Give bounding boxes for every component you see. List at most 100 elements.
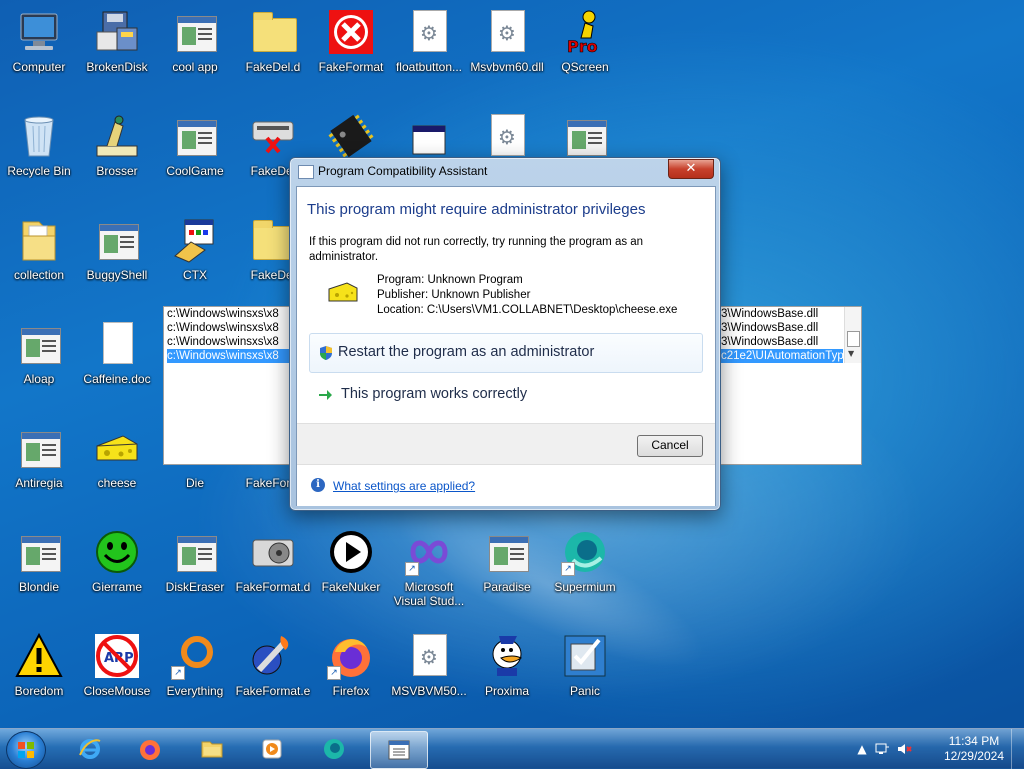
- desktop-icon-everything[interactable]: ↗ Everything: [156, 626, 234, 722]
- clock[interactable]: 11:34 PM 12/29/2024: [944, 734, 1004, 764]
- volume-muted-icon[interactable]: [896, 741, 912, 757]
- program-publisher: Publisher: Unknown Publisher: [377, 289, 531, 301]
- desktop-icon-panic[interactable]: Panic: [546, 626, 624, 722]
- internet-explorer-icon: [78, 737, 102, 761]
- desktop-icon-qscreen[interactable]: Pro QScreen: [546, 2, 624, 98]
- duck-icon: [483, 632, 531, 680]
- desktop-icon-cheese[interactable]: cheese: [78, 418, 156, 514]
- dialog-titlebar[interactable]: Program Compatibility Assistant: [298, 164, 487, 179]
- desktop-icon-boredom[interactable]: Boredom: [0, 626, 78, 722]
- shortcut-arrow-icon: ↗: [561, 562, 575, 576]
- desktop-icon-collection[interactable]: collection: [0, 210, 78, 306]
- desktop-icon-coolgame[interactable]: CoolGame: [156, 106, 234, 202]
- program-compatibility-dialog[interactable]: Program Compatibility Assistant ✕ This p…: [289, 157, 721, 511]
- desktop-icon-ctx[interactable]: CTX: [156, 210, 234, 306]
- restart-as-admin-option[interactable]: Restart the program as an administrator: [309, 333, 703, 373]
- taskbar-internet-explorer[interactable]: [62, 731, 118, 767]
- cheese-icon: [93, 424, 141, 472]
- window-icon: [405, 112, 453, 160]
- desktop-icon-label: FakeNuker: [321, 580, 381, 594]
- list-item-selected[interactable]: c21e2\UIAutomationTyp: [721, 349, 843, 363]
- desktop-icon-fakenuker[interactable]: FakeNuker: [312, 522, 390, 618]
- list-item[interactable]: c:\Windows\winsxs\x8: [167, 335, 279, 349]
- firefox-icon: [138, 737, 162, 761]
- desktop-icon-diskeraser[interactable]: DiskEraser: [156, 522, 234, 618]
- desktop-icon-label: Proxima: [484, 684, 529, 698]
- scroll-down-icon[interactable]: ▼: [848, 349, 854, 358]
- desktop-icon-caffeine-doc[interactable]: Caffeine.doc: [78, 314, 156, 410]
- desktop-icon-label: Gierrame: [91, 580, 142, 594]
- taskbar-firefox[interactable]: [122, 731, 178, 767]
- desktop-icon-firefox[interactable]: ↗ Firefox: [312, 626, 390, 722]
- taskbar-supermium[interactable]: [306, 731, 362, 767]
- app-window-icon: [483, 528, 531, 576]
- desktop-icon-label: floatbutton...: [395, 60, 463, 74]
- desktop-icon-visual-studio[interactable]: ↗ Microsoft Visual Stud...: [390, 522, 468, 618]
- program-info: Program: Unknown Program Publisher: Unkn…: [377, 273, 677, 318]
- desktop-icon-brokendisk[interactable]: BrokenDisk: [78, 2, 156, 98]
- list-item[interactable]: 3\WindowsBase.dll: [721, 307, 818, 321]
- desktop-icon-fakeformat-e[interactable]: FakeFormat.e: [234, 626, 312, 722]
- list-item[interactable]: 3\WindowsBase.dll: [721, 321, 818, 335]
- desktop-icon-label: Everything: [166, 684, 224, 698]
- chip-icon: [327, 112, 375, 160]
- desktop-icon-label: Computer: [12, 60, 66, 74]
- shortcut-arrow-icon: ↗: [405, 562, 419, 576]
- app-window-icon: [15, 320, 63, 368]
- shortcut-arrow-icon: ↗: [327, 666, 341, 680]
- start-button[interactable]: [6, 731, 46, 769]
- desktop-icon-label: FakeFormat: [318, 60, 384, 74]
- desktop-icon-computer[interactable]: Computer: [0, 2, 78, 98]
- desktop-icon-fakedel-d[interactable]: FakeDel.d: [234, 2, 312, 98]
- desktop-icon-msvbvm60[interactable]: Msvbvm60.dll: [468, 2, 546, 98]
- app-window-icon: [171, 528, 219, 576]
- desktop-icon-supermium[interactable]: ↗ Supermium: [546, 522, 624, 618]
- show-hidden-icons-icon[interactable]: ▲: [854, 741, 870, 757]
- app-window-icon: [93, 216, 141, 264]
- play-icon: [327, 528, 375, 576]
- cancel-button[interactable]: Cancel: [637, 435, 703, 457]
- taskbar-media-player[interactable]: [244, 731, 300, 767]
- desktop-icon-blondie[interactable]: Blondie: [0, 522, 78, 618]
- list-item-selected[interactable]: c:\Windows\winsxs\x8: [167, 349, 289, 363]
- taskbar-active-app[interactable]: [370, 731, 428, 769]
- scrollbar[interactable]: ▼: [844, 307, 861, 363]
- taskbar-file-explorer[interactable]: [184, 731, 240, 767]
- clock-time: 11:34 PM: [948, 734, 1000, 748]
- scrollbar-thumb[interactable]: [847, 331, 860, 347]
- desktop-icon-antiregia[interactable]: Antiregia: [0, 418, 78, 514]
- list-item[interactable]: c:\Windows\winsxs\x8: [167, 307, 279, 321]
- desktop-icon-label: Paradise: [483, 580, 531, 594]
- recycle-bin-icon: [15, 112, 63, 160]
- desktop-icon-recycle-bin[interactable]: Recycle Bin: [0, 106, 78, 202]
- firefox-icon: ↗: [327, 632, 375, 680]
- desktop-icon-die[interactable]: Die: [156, 418, 234, 514]
- desktop-icon-floatbutton[interactable]: floatbutton...: [390, 2, 468, 98]
- desktop-icon-fakeformat[interactable]: FakeFormat: [312, 2, 390, 98]
- desktop-icon-paradise[interactable]: Paradise: [468, 522, 546, 618]
- microscope-icon: [93, 112, 141, 160]
- show-desktop-button[interactable]: [1011, 729, 1024, 769]
- desktop-icon-brosser[interactable]: Brosser: [78, 106, 156, 202]
- desktop-icon-closemouse[interactable]: ARP CloseMouse: [78, 626, 156, 722]
- program-works-option[interactable]: This program works correctly: [309, 376, 701, 414]
- close-button[interactable]: ✕: [668, 159, 714, 179]
- desktop-icon-fakeformat-d[interactable]: FakeFormat.d: [234, 522, 312, 618]
- list-item[interactable]: c:\Windows\winsxs\x8: [167, 321, 279, 335]
- desktop-icon-label: Brosser: [96, 164, 138, 178]
- desktop-icon-gierrame[interactable]: Gierrame: [78, 522, 156, 618]
- desktop-icon-buggyshell[interactable]: BuggyShell: [78, 210, 156, 306]
- program-name: Program: Unknown Program: [377, 274, 523, 286]
- what-settings-link[interactable]: What settings are applied?: [333, 479, 475, 493]
- desktop-icon-aloap[interactable]: Aloap: [0, 314, 78, 410]
- app-window-icon: [561, 112, 609, 160]
- network-icon[interactable]: [874, 741, 890, 757]
- list-item[interactable]: 3\WindowsBase.dll: [721, 335, 818, 349]
- desktop-icon-proxima[interactable]: Proxima: [468, 626, 546, 722]
- warning-icon: [15, 632, 63, 680]
- folder-icon: [200, 737, 224, 761]
- desktop-icon-msvbvm50[interactable]: MSVBVM50...: [390, 626, 468, 722]
- desktop-icon-label: cool app: [172, 60, 218, 74]
- desktop-icon-label: Supermium: [554, 580, 616, 594]
- desktop-icon-cool-app[interactable]: cool app: [156, 2, 234, 98]
